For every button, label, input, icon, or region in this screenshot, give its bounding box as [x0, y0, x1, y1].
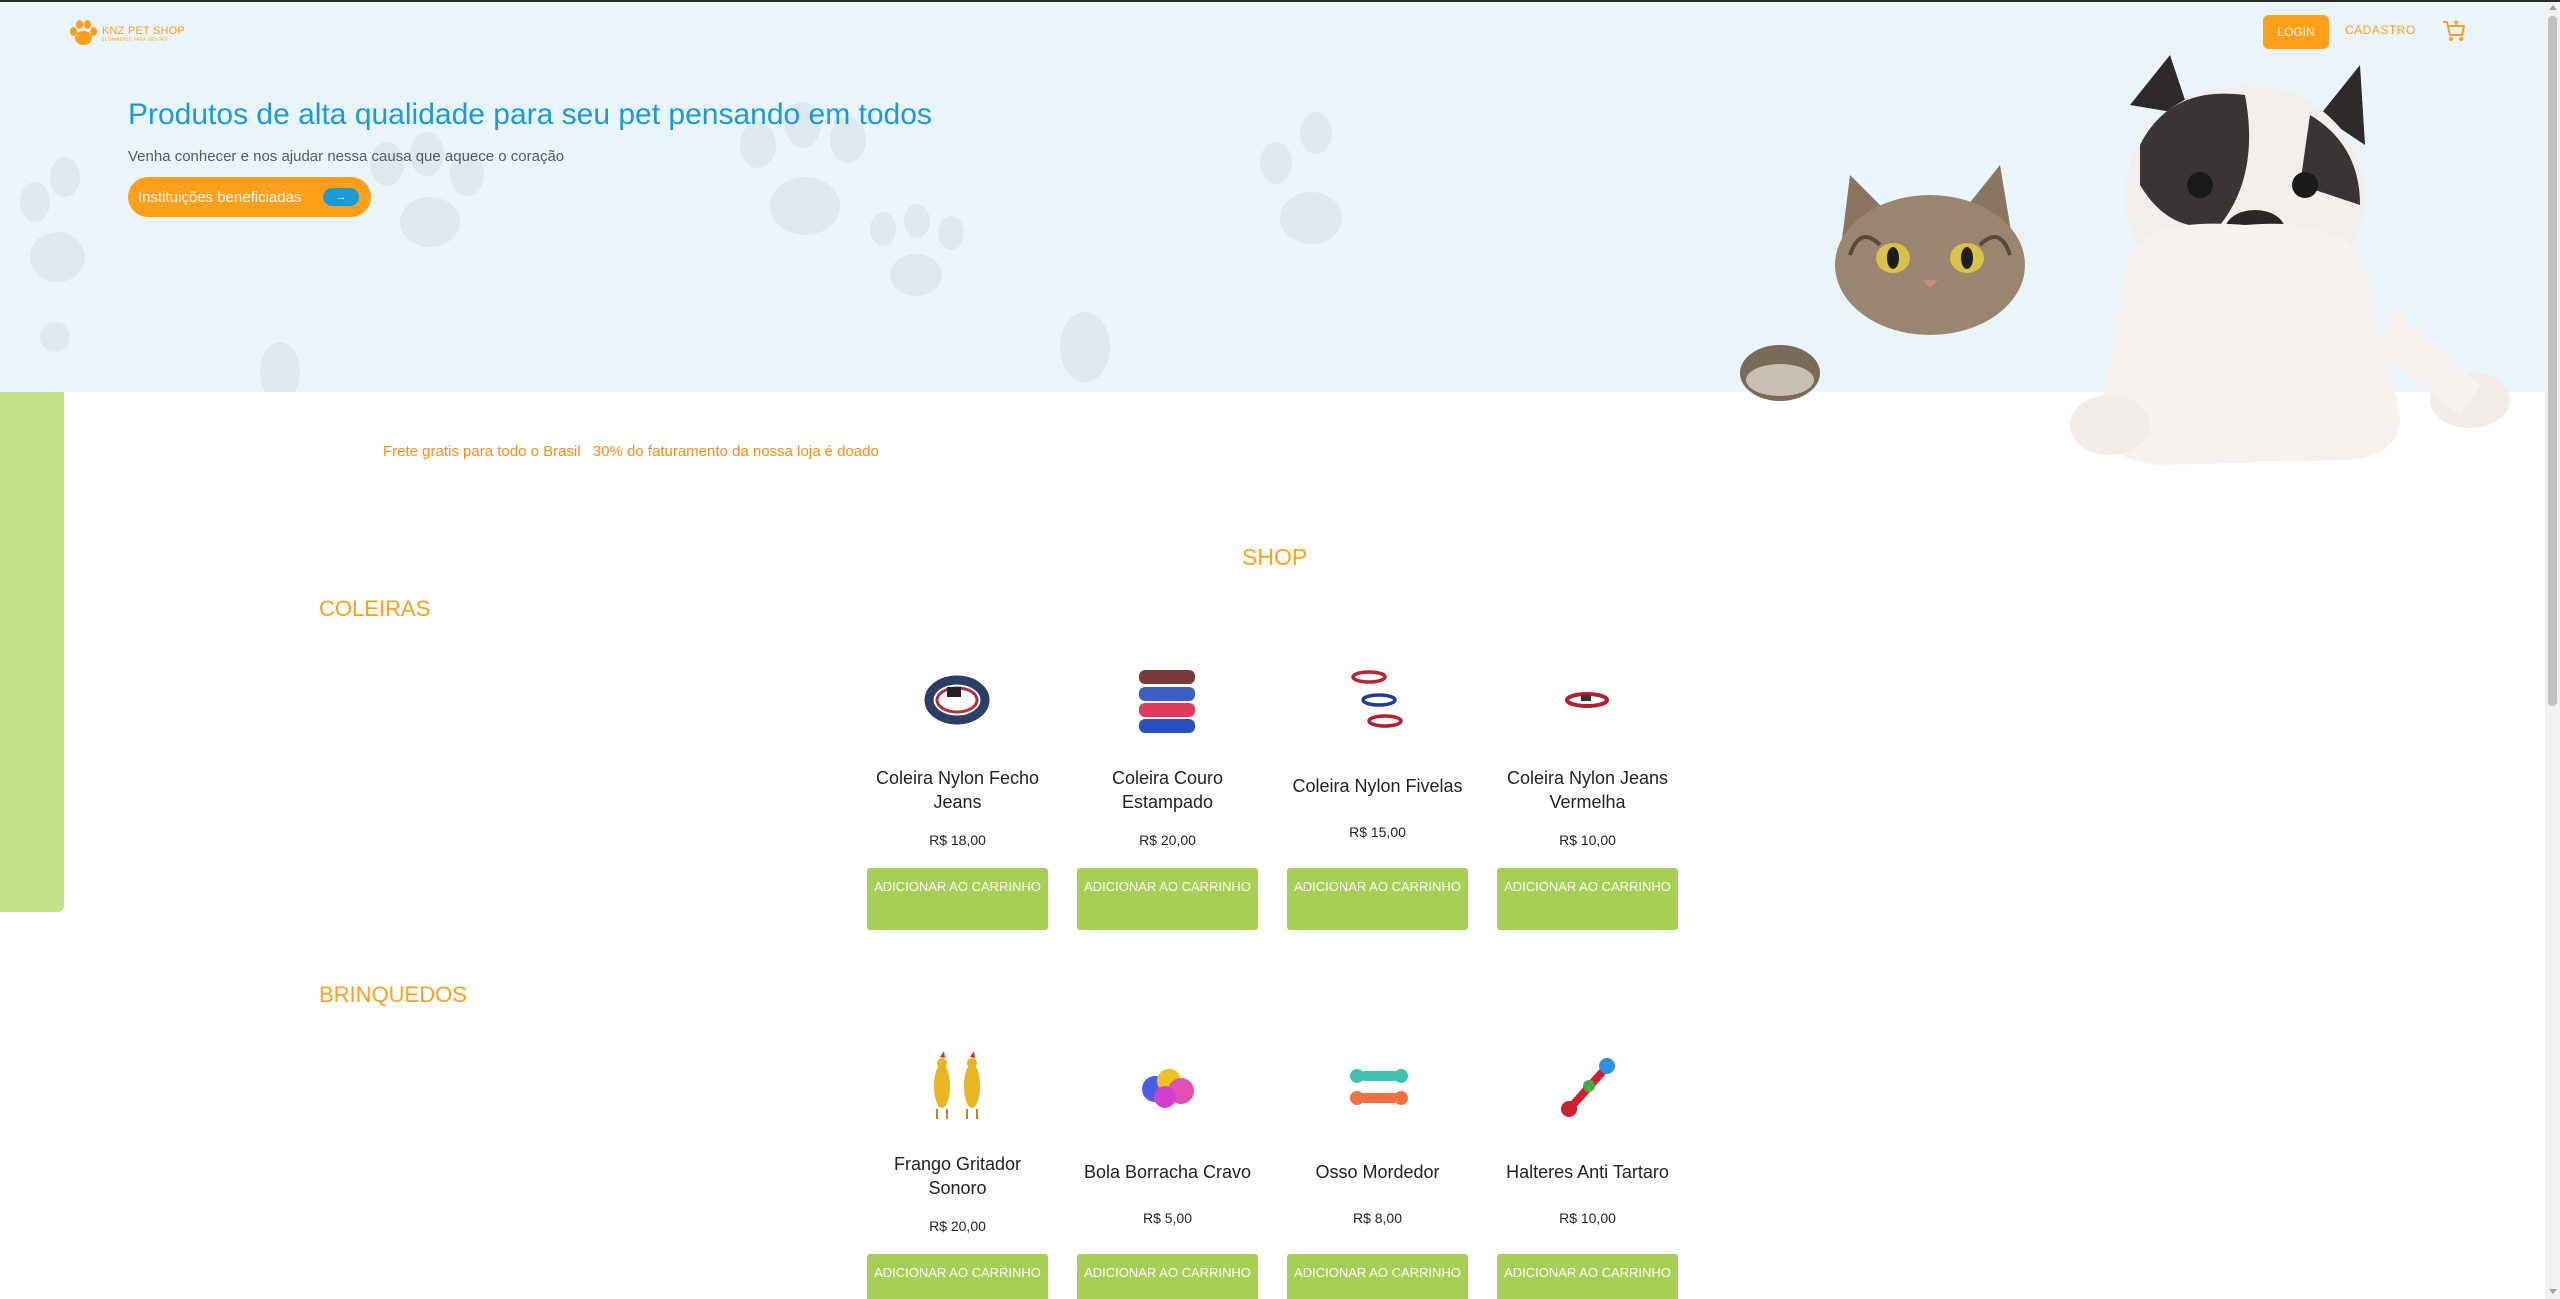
product-card: [1497, 1031, 1678, 1145]
cat-image: [1740, 165, 2025, 401]
product-name: Coleira Nylon Fivelas: [1292, 776, 1463, 796]
hero-subtitle: Venha conhecer e nos ajudar nessa causa …: [128, 148, 565, 165]
product-price: R$ 10,00: [1559, 1210, 1616, 1226]
product-price: R$ 20,00: [1139, 832, 1196, 848]
logo-tagline: ECOMMERCE PARA SEU PET: [102, 36, 169, 42]
free-shipping-text: Frete gratis para todo o Brasil: [383, 443, 581, 460]
product-image: [1351, 670, 1403, 728]
add-to-cart-button[interactable]: ADICIONAR AO CARRINHO: [1497, 1254, 1678, 1299]
scroll-thumb[interactable]: [2548, 16, 2557, 706]
product-image: [934, 1051, 980, 1119]
add-to-cart-button[interactable]: ADICIONAR AO CARRINHO: [867, 1254, 1048, 1299]
donation-text: 30% do faturamento da nossa loja é doado: [592, 443, 879, 460]
paw-logo-icon: [70, 20, 98, 46]
product-name: Coleira Nylon Jeans Vermelha: [1506, 768, 1669, 812]
product-image: [1142, 1069, 1194, 1108]
product-price: R$ 10,00: [1559, 832, 1616, 848]
signup-link[interactable]: CADASTRO: [2345, 23, 2416, 37]
institutions-button-label: Instituições beneficiadas: [138, 188, 302, 206]
add-to-cart-button[interactable]: ADICIONAR AO CARRINHO: [1497, 868, 1678, 930]
product-image: [1350, 1069, 1408, 1105]
add-to-cart-button[interactable]: ADICIONAR AO CARRINHO: [1077, 868, 1258, 930]
add-to-cart-button[interactable]: ADICIONAR AO CARRINHO: [1077, 1254, 1258, 1299]
side-decoration: [0, 392, 64, 912]
logo-name: KNZ PET SHOP: [102, 24, 185, 37]
product-price: R$ 20,00: [929, 1218, 986, 1234]
institutions-button[interactable]: Instituições beneficiadas →: [128, 177, 371, 217]
product-price: R$ 15,00: [1349, 824, 1406, 840]
page-scrollbar[interactable]: [2545, 2, 2560, 1299]
product-name: Frango Gritador Sonoro: [893, 1154, 1022, 1198]
add-to-cart-button[interactable]: ADICIONAR AO CARRINHO: [1287, 1254, 1468, 1299]
product-image: [1561, 1058, 1615, 1117]
category-title: COLEIRAS: [319, 596, 431, 621]
product-name: Halteres Anti Tartaro: [1506, 1162, 1669, 1182]
product-price: R$ 5,00: [1142, 1210, 1193, 1226]
promo-bar: Frete gratis para todo o Brasil 30% do f…: [383, 443, 887, 460]
product-image: [1565, 692, 1609, 708]
cart-icon[interactable]: [2441, 18, 2467, 44]
product-name: Coleira Nylon Fecho Jeans: [875, 768, 1040, 812]
add-to-cart-button[interactable]: ADICIONAR AO CARRINHO: [1287, 868, 1468, 930]
product-name: Coleira Couro Estampado: [1111, 768, 1224, 812]
product-card: [867, 645, 1048, 759]
product-card: [867, 1031, 1048, 1145]
shop-title: SHOP: [1242, 544, 1308, 570]
hero-title: Produtos de alta qualidade para seu pet …: [128, 98, 932, 131]
login-button[interactable]: LOGIN: [2263, 15, 2329, 49]
product-name: Osso Mordedor: [1315, 1162, 1440, 1182]
product-image: [924, 675, 990, 725]
product-card: [1287, 645, 1468, 759]
product-name: Bola Borracha Cravo: [1083, 1162, 1252, 1182]
product-image: [1139, 670, 1195, 733]
product-card: [1497, 645, 1678, 759]
add-to-cart-button[interactable]: ADICIONAR AO CARRINHO: [867, 868, 1048, 930]
category-title: BRINQUEDOS: [319, 982, 467, 1007]
product-card: [1077, 645, 1258, 759]
scroll-down-arrow-icon[interactable]: [2549, 1289, 2557, 1294]
product-price: R$ 18,00: [929, 832, 986, 848]
product-card: [1077, 1031, 1258, 1145]
arrow-right-icon: →: [323, 188, 359, 206]
product-price: R$ 8,00: [1352, 1210, 1403, 1226]
scroll-up-arrow-icon[interactable]: [2549, 5, 2557, 10]
logo[interactable]: KNZ PET SHOP ECOMMERCE PARA SEU PET: [70, 18, 185, 48]
product-card: [1287, 1031, 1468, 1145]
pets-illustration: [1740, 55, 2510, 465]
